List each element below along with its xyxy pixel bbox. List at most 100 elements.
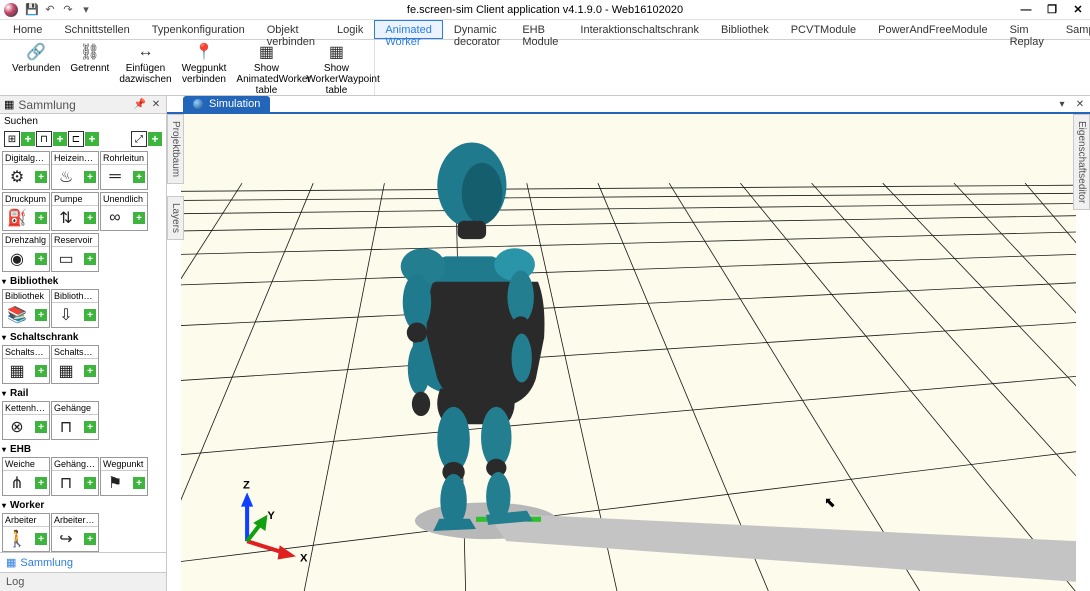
- item-icon: ↪: [52, 527, 80, 551]
- save-icon[interactable]: 💾: [26, 4, 38, 16]
- palette-item-schaltschr[interactable]: Schaltschr▦+: [2, 345, 50, 384]
- add-item-button[interactable]: +: [84, 171, 96, 183]
- doc-dropdown-icon[interactable]: ▾: [1056, 98, 1068, 110]
- add-item-button[interactable]: +: [84, 477, 96, 489]
- add-item-button[interactable]: +: [133, 212, 145, 224]
- add-button[interactable]: +: [53, 132, 67, 146]
- add-item-button[interactable]: +: [35, 171, 47, 183]
- menu-home[interactable]: Home: [2, 20, 53, 39]
- add-item-button[interactable]: +: [35, 421, 47, 433]
- category-bibliothek[interactable]: Bibliothek: [2, 274, 164, 289]
- maximize-button[interactable]: ❐: [1044, 2, 1060, 18]
- add-button[interactable]: +: [21, 132, 35, 146]
- palette-item-unendlich[interactable]: Unendlich∞+: [100, 192, 148, 231]
- palette-item-rohrleitun[interactable]: Rohrleitun═+: [100, 151, 148, 190]
- add-item-button[interactable]: +: [84, 365, 96, 377]
- palette-item-bibliothek s[interactable]: Bibliothek S⇩+: [51, 289, 99, 328]
- add-item-button[interactable]: +: [35, 477, 47, 489]
- palette-item-arbeiter w[interactable]: Arbeiter W↪+: [51, 513, 99, 552]
- ribbon-wegpunkt[interactable]: 📍Wegpunktverbinden: [178, 40, 231, 98]
- qat-dropdown-icon[interactable]: ▾: [80, 4, 92, 16]
- item-icon: ♨: [52, 165, 80, 189]
- palette-item-bibliothek[interactable]: Bibliothek📚+: [2, 289, 50, 328]
- add-item-button[interactable]: +: [84, 212, 96, 224]
- toolbox-icon-3[interactable]: ⊏: [68, 131, 84, 147]
- add-button[interactable]: +: [85, 132, 99, 146]
- tab-log[interactable]: Log: [0, 572, 166, 591]
- add-item-button[interactable]: +: [84, 421, 96, 433]
- svg-text:Y: Y: [267, 510, 275, 522]
- collection-icon: ▦: [4, 98, 14, 111]
- side-tab-layers[interactable]: Layers: [167, 196, 184, 240]
- ribbon-einfügen[interactable]: ↔Einfügendazwischen: [115, 40, 175, 98]
- ribbon-getrennt[interactable]: ⛓Getrennt: [66, 40, 113, 98]
- search-label: Suchen: [4, 116, 38, 127]
- menu-dynamic-decorator[interactable]: Dynamic decorator: [443, 20, 511, 39]
- side-tab-projektbaum[interactable]: Projektbaum: [167, 114, 184, 184]
- add-item-button[interactable]: +: [35, 309, 47, 321]
- add-item-button[interactable]: +: [84, 533, 96, 545]
- menu-pcvtmodule[interactable]: PCVTModule: [780, 20, 867, 39]
- menu-sim-replay[interactable]: Sim Replay: [999, 20, 1055, 39]
- menu-objekt-verbinden[interactable]: Objekt verbinden: [256, 20, 326, 39]
- add-item-button[interactable]: +: [35, 212, 47, 224]
- minimize-button[interactable]: —: [1018, 2, 1034, 18]
- palette-item-arbeiter[interactable]: Arbeiter🚶+: [2, 513, 50, 552]
- add-item-button[interactable]: +: [35, 365, 47, 377]
- palette-item-kettenhaki[interactable]: Kettenhaki⊗+: [2, 401, 50, 440]
- add-item-button[interactable]: +: [84, 253, 96, 265]
- palette-item-reservoir[interactable]: Reservoir▭+: [51, 233, 99, 272]
- ribbon-verbunden[interactable]: 🔗Verbunden: [8, 40, 64, 98]
- menu-bibliothek[interactable]: Bibliothek: [710, 20, 780, 39]
- tab-sammlung[interactable]: ▦Sammlung: [0, 553, 166, 572]
- menu-typenkonfiguration[interactable]: Typenkonfiguration: [141, 20, 256, 39]
- palette-item-heizeinhei[interactable]: Heizeinhei♨+: [51, 151, 99, 190]
- palette-item-drehzahlg[interactable]: Drehzahlg◉+: [2, 233, 50, 272]
- undo-icon[interactable]: ↶: [44, 4, 56, 16]
- palette-item-druckpum[interactable]: Druckpum⛽+: [2, 192, 50, 231]
- menu-interaktionschaltschrank[interactable]: Interaktionschaltschrank: [569, 20, 710, 39]
- palette-item-gehänge e[interactable]: Gehänge E⊓+: [51, 457, 99, 496]
- side-tab-eigenschaftseditor[interactable]: Eigenschaftseditor: [1073, 114, 1090, 210]
- menu-sampleplugin[interactable]: SamplePlugin: [1055, 20, 1090, 39]
- toolbox-icon-1[interactable]: ⊞: [4, 131, 20, 147]
- palette-item-schaltschra[interactable]: Schaltschra▦+: [51, 345, 99, 384]
- add-item-button[interactable]: +: [133, 477, 145, 489]
- category-worker[interactable]: Worker: [2, 498, 164, 513]
- menu-logik[interactable]: Logik: [326, 20, 374, 39]
- item-icon: ⛽: [3, 206, 31, 230]
- palette-item-digitalgest[interactable]: Digitalgest⚙+: [2, 151, 50, 190]
- ribbon-show[interactable]: ▦Show AnimatedWorkertable: [232, 40, 300, 98]
- redo-icon[interactable]: ↷: [62, 4, 74, 16]
- palette-item-weiche[interactable]: Weiche⋔+: [2, 457, 50, 496]
- waypoint-connect-icon: 📍: [194, 42, 214, 62]
- panel-pin-icon[interactable]: 📌: [134, 99, 146, 111]
- doc-close-icon[interactable]: ✕: [1074, 98, 1086, 110]
- doc-tab-simulation[interactable]: Simulation: [183, 96, 270, 112]
- menu-animated-worker[interactable]: Animated Worker: [374, 20, 442, 39]
- item-icon: 🚶: [3, 527, 31, 551]
- add-item-button[interactable]: +: [133, 171, 145, 183]
- palette-item-wegpunkt[interactable]: Wegpunkt⚑+: [100, 457, 148, 496]
- close-button[interactable]: ✕: [1070, 2, 1086, 18]
- toolbox-icon-2[interactable]: ⊓: [36, 131, 52, 147]
- item-icon: ⚑: [101, 471, 129, 495]
- add-item-button[interactable]: +: [84, 309, 96, 321]
- menu-schnittstellen[interactable]: Schnittstellen: [53, 20, 140, 39]
- svg-text:Z: Z: [243, 479, 250, 491]
- category-schaltschrank[interactable]: Schaltschrank: [2, 330, 164, 345]
- add-item-button[interactable]: +: [35, 253, 47, 265]
- menu-powerandfreemodule[interactable]: PowerAndFreeModule: [867, 20, 998, 39]
- panel-close-icon[interactable]: ✕: [150, 99, 162, 111]
- add-button[interactable]: +: [148, 132, 162, 146]
- category-rail[interactable]: Rail: [2, 386, 164, 401]
- category-ehb[interactable]: EHB: [2, 442, 164, 457]
- palette-item-pumpe[interactable]: Pumpe⇅+: [51, 192, 99, 231]
- palette-item-gehänge[interactable]: Gehänge⊓+: [51, 401, 99, 440]
- insert-between-icon: ↔: [135, 42, 155, 62]
- ribbon-show[interactable]: ▦Show WorkerWaypointtable: [302, 40, 370, 98]
- menu-ehb-module[interactable]: EHB Module: [511, 20, 569, 39]
- expand-icon[interactable]: ⤢: [131, 131, 147, 147]
- add-item-button[interactable]: +: [35, 533, 47, 545]
- 3d-viewport[interactable]: Z X Y ⬉: [181, 114, 1076, 591]
